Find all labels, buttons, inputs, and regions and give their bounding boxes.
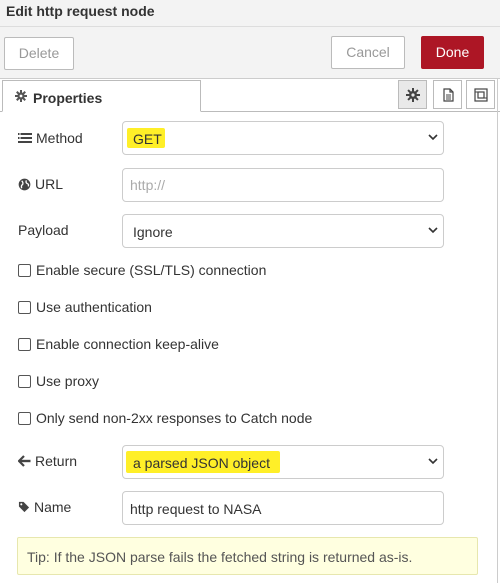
tab-properties[interactable]: Properties <box>2 80 201 112</box>
tip-text: Tip: If the JSON parse fails the fetched… <box>27 549 413 565</box>
catch-checkbox-row[interactable]: Only send non-2xx responses to Catch nod… <box>18 410 312 426</box>
tab-description-button[interactable] <box>433 80 462 109</box>
catch-checkbox-label: Only send non-2xx responses to Catch nod… <box>36 410 313 426</box>
ssl-checkbox[interactable] <box>18 263 31 277</box>
keepalive-checkbox[interactable] <box>18 337 31 351</box>
url-label: URL <box>35 176 64 192</box>
return-label-row: Return <box>18 453 77 469</box>
url-label-row: URL <box>18 176 63 192</box>
arrow-left-icon <box>18 455 31 467</box>
name-field[interactable]: http request to NASA <box>122 491 444 525</box>
method-label-row: Method <box>18 130 83 146</box>
payload-select[interactable]: Ignore <box>122 214 444 248</box>
chevron-down-icon <box>428 134 438 141</box>
method-select[interactable]: GET <box>122 121 444 155</box>
cancel-button[interactable]: Cancel <box>331 36 405 69</box>
auth-checkbox[interactable] <box>18 300 31 314</box>
chevron-down-icon <box>428 458 438 465</box>
tag-icon <box>18 501 30 513</box>
ssl-checkbox-label: Enable secure (SSL/TLS) connection <box>36 262 267 278</box>
payload-value: Ignore <box>133 224 173 240</box>
tab-settings-button[interactable] <box>398 80 427 109</box>
ssl-checkbox-row[interactable]: Enable secure (SSL/TLS) connection <box>18 262 266 278</box>
delete-button[interactable]: Delete <box>4 37 74 70</box>
chevron-down-icon <box>428 227 438 234</box>
done-button[interactable]: Done <box>421 36 484 69</box>
panel-divider <box>497 79 498 583</box>
name-label-row: Name <box>18 499 71 515</box>
proxy-checkbox[interactable] <box>18 374 31 388</box>
url-field[interactable] <box>122 168 444 202</box>
tab-appearance-button[interactable] <box>466 80 495 109</box>
name-label: Name <box>34 499 72 515</box>
return-value: a parsed JSON object <box>133 455 270 471</box>
list-icon <box>18 133 32 143</box>
auth-checkbox-row[interactable]: Use authentication <box>18 299 152 315</box>
dialog-title: Edit http request node <box>6 3 155 19</box>
dialog-toolbar: Delete Cancel Done <box>0 27 500 79</box>
tip-box: Tip: If the JSON parse fails the fetched… <box>17 537 478 575</box>
tab-properties-label: Properties <box>33 90 103 106</box>
return-select[interactable]: a parsed JSON object <box>122 445 444 479</box>
auth-checkbox-label: Use authentication <box>36 299 152 315</box>
method-value: GET <box>133 131 162 147</box>
appearance-icon <box>474 88 488 102</box>
payload-label: Payload <box>18 222 69 238</box>
method-label: Method <box>36 130 83 146</box>
tab-strip: Properties <box>0 79 500 112</box>
dialog-titlebar: Edit http request node <box>0 0 500 27</box>
proxy-checkbox-label: Use proxy <box>36 373 100 389</box>
payload-label-row: Payload <box>18 222 69 238</box>
keepalive-checkbox-label: Enable connection keep-alive <box>36 336 219 352</box>
catch-checkbox[interactable] <box>18 411 31 425</box>
name-input[interactable]: http request to NASA <box>130 501 262 517</box>
proxy-checkbox-row[interactable]: Use proxy <box>18 373 99 389</box>
description-icon <box>443 88 454 102</box>
return-label: Return <box>35 453 78 469</box>
globe-icon <box>18 178 31 190</box>
keepalive-checkbox-row[interactable]: Enable connection keep-alive <box>18 336 219 352</box>
gear-icon <box>15 90 27 102</box>
gear-icon <box>406 88 420 102</box>
url-input[interactable] <box>123 169 443 201</box>
